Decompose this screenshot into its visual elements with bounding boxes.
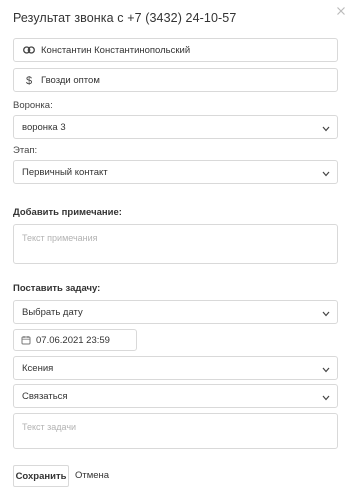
chevron-down-icon (322, 365, 330, 373)
task-date-select[interactable]: Выбрать дату (13, 300, 338, 324)
stage-value: Первичный контакт (22, 166, 108, 178)
chevron-down-icon (322, 309, 330, 317)
dollar-icon: $ (23, 74, 35, 86)
funnel-select[interactable]: воронка 3 (13, 115, 338, 139)
chevron-down-icon (322, 124, 330, 132)
task-date-select-value: Выбрать дату (22, 306, 83, 318)
task-assignee-select[interactable]: Ксения (13, 356, 338, 380)
contact-field[interactable]: Константин Константинопольский (13, 38, 338, 62)
cancel-button[interactable]: Отмена (75, 465, 109, 487)
deal-field[interactable]: $ Гвозди оптом (13, 68, 338, 92)
close-icon[interactable] (335, 5, 347, 17)
link-icon (23, 44, 35, 56)
task-datetime-input[interactable]: 07.06.2021 23:59 (13, 329, 137, 351)
stage-select[interactable]: Первичный контакт (13, 160, 338, 184)
task-datetime-value: 07.06.2021 23:59 (36, 334, 110, 346)
funnel-label: Воронка: (13, 100, 53, 111)
call-result-dialog: Результат звонка с +7 (3432) 24-10-57 Ко… (0, 0, 352, 500)
svg-text:$: $ (26, 75, 32, 86)
dialog-title: Результат звонка с +7 (3432) 24-10-57 (13, 11, 237, 25)
task-label: Поставить задачу: (13, 283, 101, 294)
chevron-down-icon (322, 169, 330, 177)
note-label: Добавить примечание: (13, 207, 122, 218)
save-button[interactable]: Сохранить (13, 465, 69, 487)
contact-name: Константин Константинопольский (41, 44, 191, 56)
task-textarea[interactable]: Текст задачи (13, 413, 338, 449)
chevron-down-icon (322, 393, 330, 401)
funnel-value: воронка 3 (22, 121, 66, 133)
deal-name: Гвозди оптом (41, 74, 100, 86)
stage-label: Этап: (13, 145, 38, 156)
task-type-value: Связаться (22, 390, 68, 402)
task-assignee-value: Ксения (22, 362, 54, 374)
note-textarea[interactable]: Текст примечания (13, 224, 338, 264)
task-type-select[interactable]: Связаться (13, 384, 338, 408)
calendar-icon (21, 335, 31, 345)
